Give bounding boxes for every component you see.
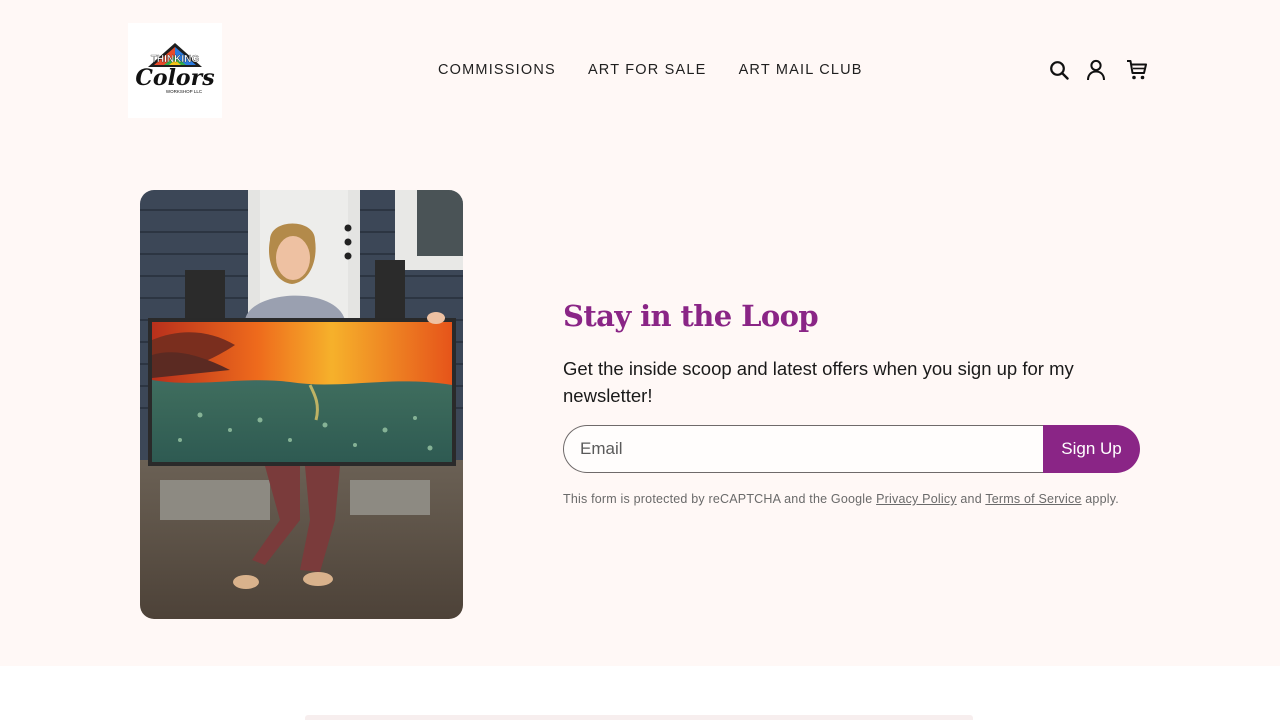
header-icons <box>1047 58 1150 82</box>
search-button[interactable] <box>1047 58 1071 82</box>
main-nav: COMMISSIONS ART FOR SALE ART MAIL CLUB <box>438 61 863 79</box>
newsletter-form: Sign Up <box>563 425 1140 473</box>
next-section-edge <box>305 715 973 720</box>
nav-item-commissions[interactable]: COMMISSIONS <box>438 61 556 79</box>
newsletter-title: Stay in the Loop <box>563 299 819 333</box>
recaptcha-and: and <box>956 492 986 506</box>
newsletter-block: Stay in the Loop Get the inside scoop an… <box>563 296 1143 506</box>
privacy-policy-link[interactable]: Privacy Policy <box>876 492 957 506</box>
nav-item-art-for-sale[interactable]: ART FOR SALE <box>588 61 707 79</box>
site-logo[interactable]: THINKING Colors WORKSHOP LLC <box>128 23 222 118</box>
cart-button[interactable] <box>1124 58 1150 82</box>
nav-item-art-mail-club[interactable]: ART MAIL CLUB <box>739 61 863 79</box>
artist-photo <box>140 190 463 619</box>
terms-of-service-link[interactable]: Terms of Service <box>985 492 1081 506</box>
email-input[interactable] <box>563 425 1045 473</box>
artist-with-painting-image <box>140 190 463 619</box>
sign-up-button[interactable]: Sign Up <box>1043 425 1140 473</box>
account-button[interactable] <box>1084 58 1108 82</box>
newsletter-description: Get the inside scoop and latest offers w… <box>563 358 1074 406</box>
recaptcha-notice: This form is protected by reCAPTCHA and … <box>563 492 1143 506</box>
cart-icon <box>1127 60 1147 80</box>
logo-line2: Colors <box>135 65 214 91</box>
recaptcha-suffix: apply. <box>1081 492 1119 506</box>
page: THINKING Colors WORKSHOP LLC COMMISSIONS… <box>0 0 1280 720</box>
logo-line1: THINKING <box>151 54 200 65</box>
account-icon <box>1087 59 1105 81</box>
recaptcha-prefix: This form is protected by reCAPTCHA and … <box>563 492 877 506</box>
newsletter-section: THINKING Colors WORKSHOP LLC COMMISSIONS… <box>0 0 1280 666</box>
logo-line3: WORKSHOP LLC <box>166 89 203 94</box>
logo-mark-icon: THINKING Colors WORKSHOP LLC <box>135 43 215 94</box>
search-icon <box>1050 61 1069 80</box>
